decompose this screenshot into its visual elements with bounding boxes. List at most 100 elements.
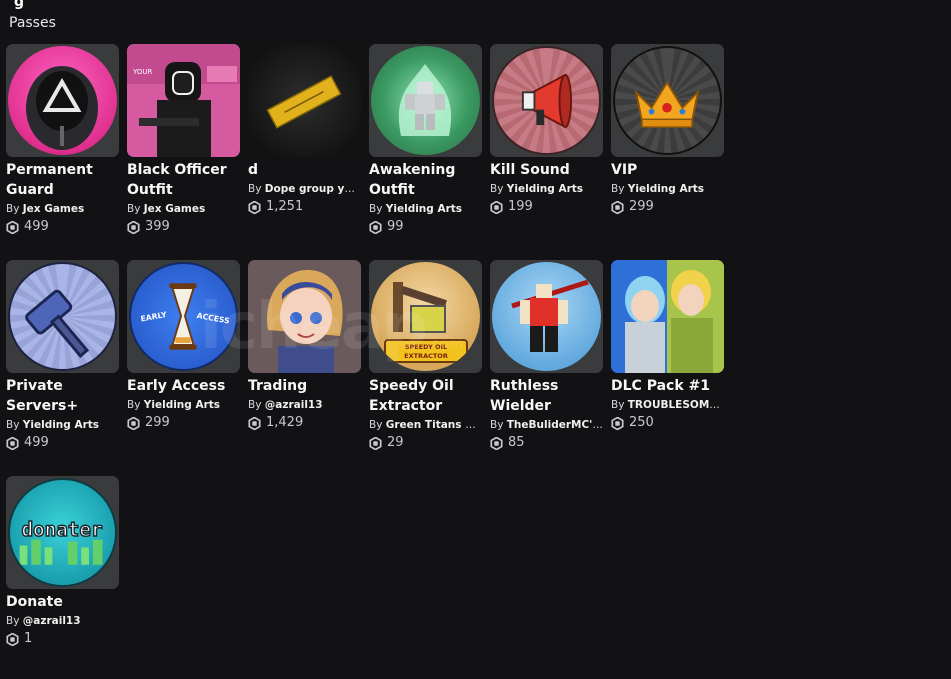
creator-name[interactable]: @azrail13 bbox=[265, 399, 323, 411]
pass-name[interactable]: Donate bbox=[6, 592, 119, 612]
pass-price: 1,251 bbox=[248, 199, 361, 215]
roblox-avatar-icon bbox=[511, 279, 589, 352]
creator-name[interactable]: Dope group yes y... bbox=[265, 183, 361, 195]
access-badge-text: ACCESS bbox=[196, 311, 230, 326]
pass-thumbnail[interactable] bbox=[6, 44, 119, 157]
price-value: 1,251 bbox=[266, 199, 304, 214]
pass-creator[interactable]: By TheBuliderMC's G... bbox=[490, 417, 603, 433]
pass-price: 29 bbox=[369, 435, 482, 451]
by-label: By bbox=[127, 203, 141, 215]
pass-price: 1 bbox=[6, 631, 119, 647]
pass-name[interactable]: DLC Pack #1 bbox=[611, 376, 724, 396]
pass-card-speedy-oil-extractor[interactable]: SPEEDY OIL EXTRACTOR Speedy Oil Extracto… bbox=[369, 260, 482, 476]
pass-card-awakening-outfit[interactable]: Awakening Outfit By Yielding Arts 99 bbox=[369, 44, 482, 260]
pass-name[interactable]: Permanent Guard bbox=[6, 160, 119, 200]
pass-thumbnail[interactable] bbox=[611, 260, 724, 373]
pass-thumbnail[interactable] bbox=[248, 44, 361, 157]
pass-name[interactable]: Private Servers+ bbox=[6, 376, 119, 416]
robux-icon bbox=[127, 416, 140, 430]
pass-name[interactable]: Black Officer Outfit bbox=[127, 160, 240, 200]
pass-name[interactable]: Speedy Oil Extractor bbox=[369, 376, 482, 416]
hammer-icon bbox=[25, 289, 90, 358]
pass-price: 85 bbox=[490, 435, 603, 451]
creator-name[interactable]: Yielding Arts bbox=[628, 183, 704, 195]
black-officer-icon: YOUR bbox=[127, 44, 240, 157]
pass-name[interactable]: VIP bbox=[611, 160, 724, 180]
pass-thumbnail[interactable]: EARLY ACCESS bbox=[127, 260, 240, 373]
creator-name[interactable]: @azrail13 bbox=[23, 615, 81, 627]
pass-creator[interactable]: By Yielding Arts bbox=[369, 201, 482, 217]
pass-name[interactable]: Ruthless Wielder bbox=[490, 376, 603, 416]
price-value: 99 bbox=[387, 219, 404, 234]
pass-thumbnail[interactable] bbox=[248, 260, 361, 373]
pass-creator[interactable]: By Dope group yes y... bbox=[248, 181, 361, 197]
pass-thumbnail[interactable] bbox=[490, 44, 603, 157]
creator-name[interactable]: Jex Games bbox=[144, 203, 205, 215]
pass-card-donate[interactable]: donater Donate By @azrail13 1 bbox=[6, 476, 119, 676]
creator-name[interactable]: TROUBLESOME B... bbox=[628, 399, 724, 411]
creator-name[interactable]: Yielding Arts bbox=[507, 183, 583, 195]
oil-extractor-icon: SPEEDY OIL EXTRACTOR bbox=[384, 282, 468, 363]
crown-icon bbox=[634, 80, 700, 128]
section-title-partial: g bbox=[14, 0, 25, 10]
pass-card-vip[interactable]: VIP By Yielding Arts 299 bbox=[611, 44, 724, 260]
price-value: 499 bbox=[24, 219, 49, 234]
pass-card-black-officer-outfit[interactable]: YOUR Black Officer Outfit By Jex Games 3… bbox=[127, 44, 240, 260]
pass-name[interactable]: Trading bbox=[248, 376, 361, 396]
pass-name[interactable]: d bbox=[248, 160, 361, 180]
creator-name[interactable]: Yielding Arts bbox=[386, 203, 462, 215]
creator-name[interactable]: Jex Games bbox=[23, 203, 84, 215]
pass-creator[interactable]: By Jex Games bbox=[6, 201, 119, 217]
early-badge-text: EARLY bbox=[140, 310, 168, 324]
robux-icon bbox=[611, 200, 624, 214]
pass-card-ruthless-wielder[interactable]: Ruthless Wielder By TheBuliderMC's G... … bbox=[490, 260, 603, 476]
pass-name[interactable]: Awakening Outfit bbox=[369, 160, 482, 200]
pass-creator[interactable]: By Green Titans Ent... bbox=[369, 417, 482, 433]
robux-icon bbox=[490, 200, 503, 214]
pass-thumbnail[interactable] bbox=[6, 260, 119, 373]
creator-name[interactable]: Yielding Arts bbox=[23, 419, 99, 431]
pass-card-trading[interactable]: Trading By @azrail13 1,429 bbox=[248, 260, 361, 476]
creator-name[interactable]: Yielding Arts bbox=[144, 399, 220, 411]
price-value: 299 bbox=[629, 199, 654, 214]
pass-creator[interactable]: By @azrail13 bbox=[248, 397, 361, 413]
anime-duo-icon bbox=[611, 260, 724, 373]
pass-card-permanent-guard[interactable]: Permanent Guard By Jex Games 499 bbox=[6, 44, 119, 260]
price-value: 250 bbox=[629, 415, 654, 430]
pass-price: 199 bbox=[490, 199, 603, 215]
pass-creator[interactable]: By Yielding Arts bbox=[611, 181, 724, 197]
pass-thumbnail[interactable]: donater bbox=[6, 476, 119, 589]
pass-thumbnail[interactable]: SPEEDY OIL EXTRACTOR bbox=[369, 260, 482, 373]
pass-thumbnail[interactable] bbox=[369, 44, 482, 157]
pass-thumbnail[interactable] bbox=[490, 260, 603, 373]
price-value: 399 bbox=[145, 219, 170, 234]
pass-thumbnail[interactable] bbox=[611, 44, 724, 157]
pass-card-dlc-pack-1[interactable]: DLC Pack #1 By TROUBLESOME B... 250 bbox=[611, 260, 724, 476]
pass-card-private-servers[interactable]: Private Servers+ By Yielding Arts 499 bbox=[6, 260, 119, 476]
pass-creator[interactable]: By Yielding Arts bbox=[490, 181, 603, 197]
robux-icon bbox=[611, 416, 624, 430]
pass-price: 1,429 bbox=[248, 415, 361, 431]
section-title: Passes bbox=[9, 15, 56, 31]
pass-creator[interactable]: By TROUBLESOME B... bbox=[611, 397, 724, 413]
pass-creator[interactable]: By Yielding Arts bbox=[6, 417, 119, 433]
pass-name[interactable]: Kill Sound bbox=[490, 160, 603, 180]
pass-price: 499 bbox=[6, 435, 119, 451]
pass-thumbnail[interactable]: YOUR bbox=[127, 44, 240, 157]
robux-icon bbox=[369, 436, 382, 450]
gold-bar-icon bbox=[266, 75, 342, 129]
robux-icon bbox=[127, 220, 140, 234]
pass-card-kill-sound[interactable]: Kill Sound By Yielding Arts 199 bbox=[490, 44, 603, 260]
creator-name[interactable]: TheBuliderMC's G... bbox=[507, 419, 603, 431]
pass-creator[interactable]: By @azrail13 bbox=[6, 613, 119, 629]
price-value: 29 bbox=[387, 435, 404, 450]
creator-name[interactable]: Green Titans Ent... bbox=[386, 419, 482, 431]
pass-creator[interactable]: By Jex Games bbox=[127, 201, 240, 217]
megaphone-icon bbox=[521, 73, 573, 129]
pass-card-early-access[interactable]: EARLY ACCESS Early Access By Yielding Ar… bbox=[127, 260, 240, 476]
pass-card-d[interactable]: d By Dope group yes y... 1,251 bbox=[248, 44, 361, 260]
donater-icon: donater bbox=[19, 517, 103, 565]
pass-creator[interactable]: By Yielding Arts bbox=[127, 397, 240, 413]
pass-name[interactable]: Early Access bbox=[127, 376, 240, 396]
passes-grid: Permanent Guard By Jex Games 499 YOUR Bl… bbox=[6, 44, 724, 676]
